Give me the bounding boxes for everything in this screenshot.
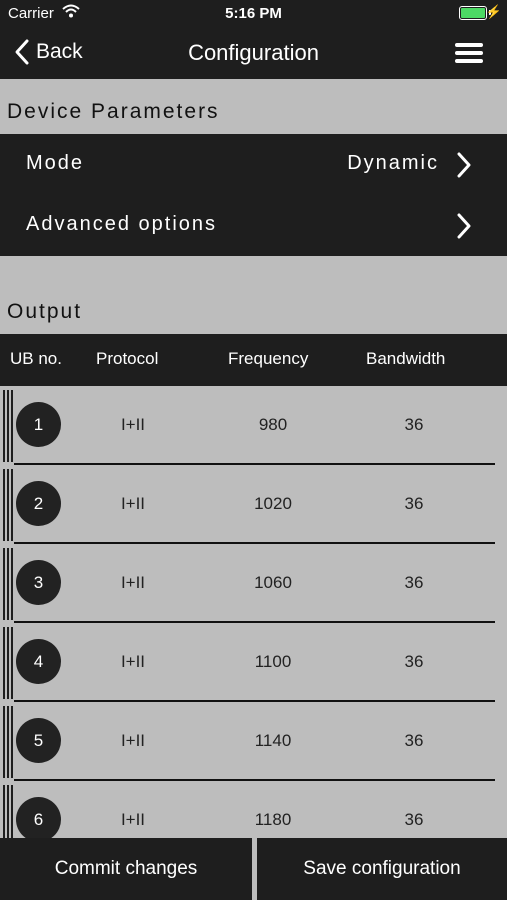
row-handle: [3, 785, 14, 838]
protocol-cell: I+II: [120, 652, 146, 671]
bandwidth-cell: 36: [404, 573, 424, 592]
advanced-options-label: Advanced options: [26, 213, 218, 235]
advanced-options-row[interactable]: Advanced options: [0, 195, 507, 256]
table-row[interactable]: 1 I+II 980 36: [0, 386, 507, 465]
chevron-right-icon: [457, 152, 471, 178]
protocol-cell: I+II: [120, 810, 146, 829]
mode-row[interactable]: Mode Dynamic: [0, 134, 507, 195]
ub-number-badge: 3: [16, 560, 61, 605]
table-row[interactable]: 2 I+II 1020 36: [0, 465, 507, 544]
frequency-cell: 1100: [254, 652, 292, 671]
ub-number-badge: 6: [16, 797, 61, 838]
protocol-cell: I+II: [120, 415, 146, 434]
page-title: Configuration: [188, 40, 319, 65]
mode-value: Dynamic: [347, 152, 439, 174]
chevron-right-icon: [457, 213, 471, 239]
status-bar: Carrier 5:16 PM ⚡: [0, 0, 507, 28]
commit-changes-button[interactable]: Commit changes: [0, 838, 252, 900]
mode-label: Mode: [26, 152, 85, 174]
header-protocol: Protocol: [96, 349, 159, 368]
device-parameters-heading: Device Parameters: [7, 100, 220, 123]
device-parameters-list: Mode Dynamic Advanced options: [0, 134, 507, 256]
ub-number-badge: 2: [16, 481, 61, 526]
navigation-bar: Back Configuration: [0, 28, 507, 79]
header-frequency: Frequency: [228, 349, 309, 368]
frequency-cell: 1060: [254, 573, 292, 592]
row-handle: [3, 548, 14, 620]
bandwidth-cell: 36: [404, 652, 424, 671]
frequency-cell: 1140: [254, 731, 292, 750]
battery-icon: [459, 6, 487, 20]
row-handle: [3, 627, 14, 699]
output-table-body[interactable]: 1 I+II 980 36 2 I+II 1020 36 3 I+II 1060…: [0, 386, 507, 838]
bandwidth-cell: 36: [404, 494, 424, 513]
output-heading: Output: [7, 300, 83, 323]
table-row[interactable]: 5 I+II 1140 36: [0, 702, 507, 781]
hamburger-icon[interactable]: [455, 43, 483, 67]
frequency-cell: 1020: [254, 494, 292, 513]
frequency-cell: 1180: [254, 810, 292, 829]
table-row[interactable]: 3 I+II 1060 36: [0, 544, 507, 623]
protocol-cell: I+II: [120, 494, 146, 513]
save-configuration-button[interactable]: Save configuration: [257, 838, 507, 900]
bandwidth-cell: 36: [404, 810, 424, 829]
row-handle: [3, 469, 14, 541]
frequency-cell: 980: [258, 415, 288, 434]
table-row[interactable]: 6 I+II 1180 36: [0, 781, 507, 838]
ub-number-badge: 4: [16, 639, 61, 684]
ub-number-badge: 1: [16, 402, 61, 447]
protocol-cell: I+II: [120, 731, 146, 750]
table-row[interactable]: 4 I+II 1100 36: [0, 623, 507, 702]
charging-bolt-icon: ⚡: [485, 4, 502, 19]
bandwidth-cell: 36: [404, 731, 424, 750]
status-time: 5:16 PM: [225, 5, 282, 22]
header-ub-no: UB no.: [10, 349, 62, 368]
row-handle: [3, 706, 14, 778]
output-table-header: UB no. Protocol Frequency Bandwidth: [0, 334, 507, 386]
footer-toolbar: Commit changes Save configuration: [0, 838, 507, 900]
bandwidth-cell: 36: [404, 415, 424, 434]
header-bandwidth: Bandwidth: [366, 349, 446, 368]
row-handle: [3, 390, 14, 462]
protocol-cell: I+II: [120, 573, 146, 592]
ub-number-badge: 5: [16, 718, 61, 763]
